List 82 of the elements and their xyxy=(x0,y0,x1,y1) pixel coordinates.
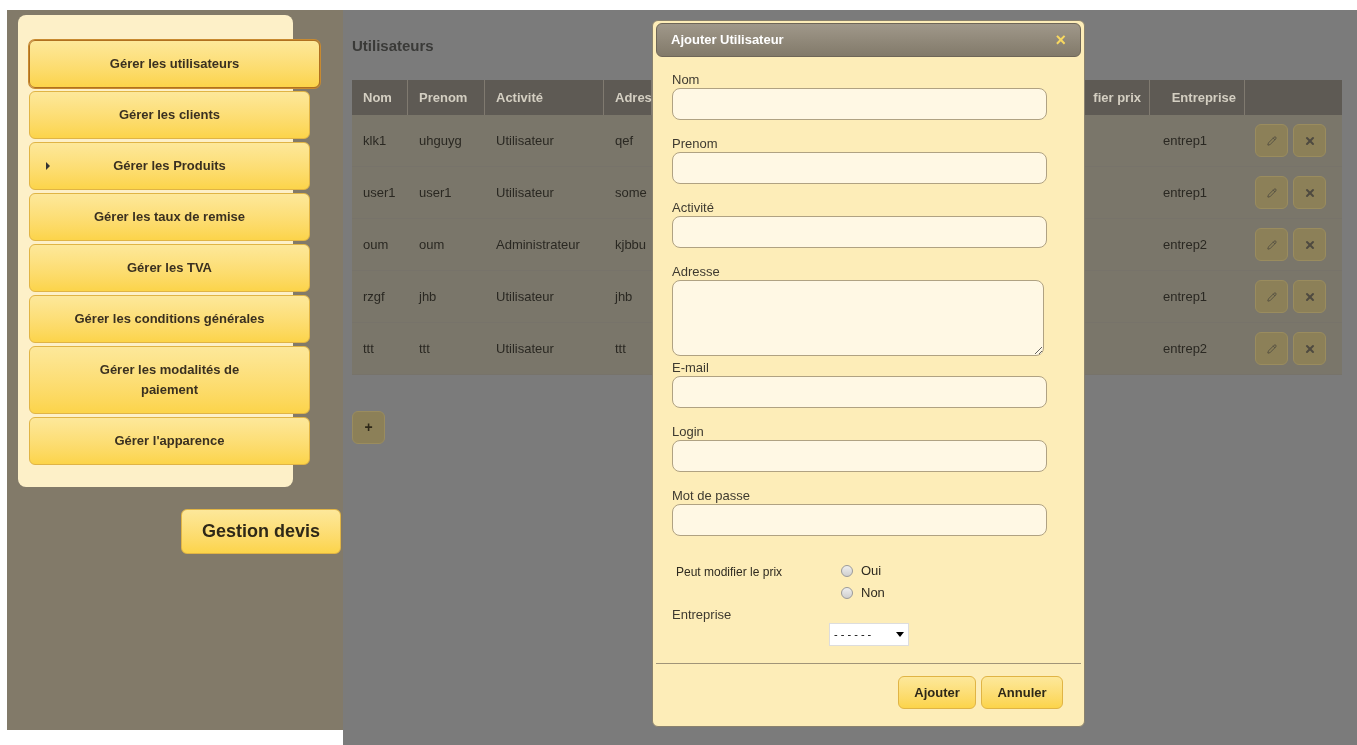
input-field[interactable] xyxy=(672,88,1047,120)
radio-button[interactable] xyxy=(841,587,853,599)
input-field[interactable] xyxy=(672,152,1047,184)
close-icon xyxy=(1303,342,1316,355)
table-cell-text: jhb xyxy=(417,287,438,306)
radio-label: Non xyxy=(861,585,885,601)
table-cell-text: Utilisateur xyxy=(495,287,555,306)
table-cell-text: some xyxy=(614,183,648,202)
delete-button[interactable] xyxy=(1293,228,1326,261)
table-cell-text: user1 xyxy=(418,183,453,202)
pencil-icon xyxy=(1266,187,1277,198)
radio-label: Oui xyxy=(861,563,882,579)
table-cell-text: Utilisateur xyxy=(495,339,555,358)
table-cell-text: entrep1 xyxy=(1163,131,1208,150)
field-label: Activité xyxy=(672,199,715,216)
table-cell-text: entrep2 xyxy=(1163,339,1208,358)
input-field[interactable] xyxy=(672,216,1047,248)
menu-item[interactable]: Gérer les taux de remise xyxy=(29,193,310,241)
table-cell-text: ttt xyxy=(362,339,375,358)
pencil-icon xyxy=(1266,343,1277,354)
table-cell-text: Utilisateur xyxy=(495,131,555,150)
delete-button[interactable] xyxy=(1293,176,1326,209)
close-icon xyxy=(1303,186,1316,199)
page-title: Utilisateurs xyxy=(352,37,434,54)
caret-icon xyxy=(896,631,904,637)
menu-item[interactable]: Gérer les modalités de paiement xyxy=(29,346,310,414)
edit-button[interactable] xyxy=(1255,228,1288,261)
edit-button[interactable] xyxy=(1255,176,1288,209)
table-cell-text: ttt xyxy=(418,339,431,358)
address-field[interactable] xyxy=(672,280,1044,356)
menu-item[interactable]: Gérer l'apparence xyxy=(29,417,310,465)
field-label: Nom xyxy=(672,71,701,88)
table-cell-text: kjbbu xyxy=(614,235,648,254)
field-label: Prenom xyxy=(672,135,719,152)
input-field[interactable] xyxy=(672,504,1047,536)
close-icon xyxy=(1303,238,1316,251)
table-cell-text: qef xyxy=(614,131,635,150)
menu-item[interactable]: Gérer les Produits xyxy=(29,142,310,190)
table-cell-text: oum xyxy=(418,235,446,254)
close-icon xyxy=(1303,134,1316,147)
delete-button[interactable] xyxy=(1293,332,1326,365)
table-cell-text: uhguyg xyxy=(418,131,463,150)
company-select[interactable]: - - - - - - xyxy=(829,622,909,646)
input-field[interactable] xyxy=(672,376,1047,408)
delete-button[interactable] xyxy=(1293,124,1326,157)
table-cell-text: entrep1 xyxy=(1163,287,1208,306)
field-label: Login xyxy=(672,423,705,440)
pencil-icon xyxy=(1266,239,1277,250)
delete-button[interactable] xyxy=(1293,280,1326,313)
gestion-devis-button[interactable]: Gestion devis xyxy=(180,509,341,554)
menu-item[interactable]: Gérer les conditions générales xyxy=(29,295,310,343)
menu-item[interactable]: Gérer les utilisateurs xyxy=(29,40,320,88)
pencil-icon xyxy=(1266,135,1277,146)
table-cell-text: klk1 xyxy=(362,131,388,150)
field-label: Mot de passe xyxy=(672,487,752,504)
close-icon xyxy=(1303,290,1316,303)
arrow-icon xyxy=(46,162,50,170)
edit-button[interactable] xyxy=(1255,280,1288,313)
field-label: Peut modifier le prix xyxy=(676,564,784,581)
table-cell-text: rzgf xyxy=(362,287,386,306)
radio-button[interactable] xyxy=(841,565,853,577)
field-label: Adresse xyxy=(672,263,721,280)
table-cell-text: entrep2 xyxy=(1163,235,1208,254)
menu-item[interactable]: Gérer les clients xyxy=(29,91,310,139)
table-cell-text: user1 xyxy=(362,183,397,202)
table-cell-text: Utilisateur xyxy=(495,183,555,202)
table-cell-text: entrep1 xyxy=(1163,183,1208,202)
edit-button[interactable] xyxy=(1255,332,1288,365)
table-cell-text: oum xyxy=(362,235,390,254)
pencil-icon xyxy=(1266,291,1277,302)
field-label: E-mail xyxy=(672,359,710,376)
dialog-button[interactable]: Annuler xyxy=(981,676,1063,709)
field-label: Entreprise xyxy=(672,606,733,624)
add-button[interactable]: + xyxy=(352,411,385,444)
table-cell-text: jhb xyxy=(613,287,634,306)
menu-item[interactable]: Gérer les TVA xyxy=(29,244,310,292)
table-cell-text: ttt xyxy=(614,339,627,358)
input-field[interactable] xyxy=(672,440,1047,472)
table-cell-text: Administrateur xyxy=(495,235,581,254)
dialog-title: Ajouter Utilisateur xyxy=(671,31,784,50)
dialog-button[interactable]: Ajouter xyxy=(898,676,976,709)
edit-button[interactable] xyxy=(1255,124,1288,157)
